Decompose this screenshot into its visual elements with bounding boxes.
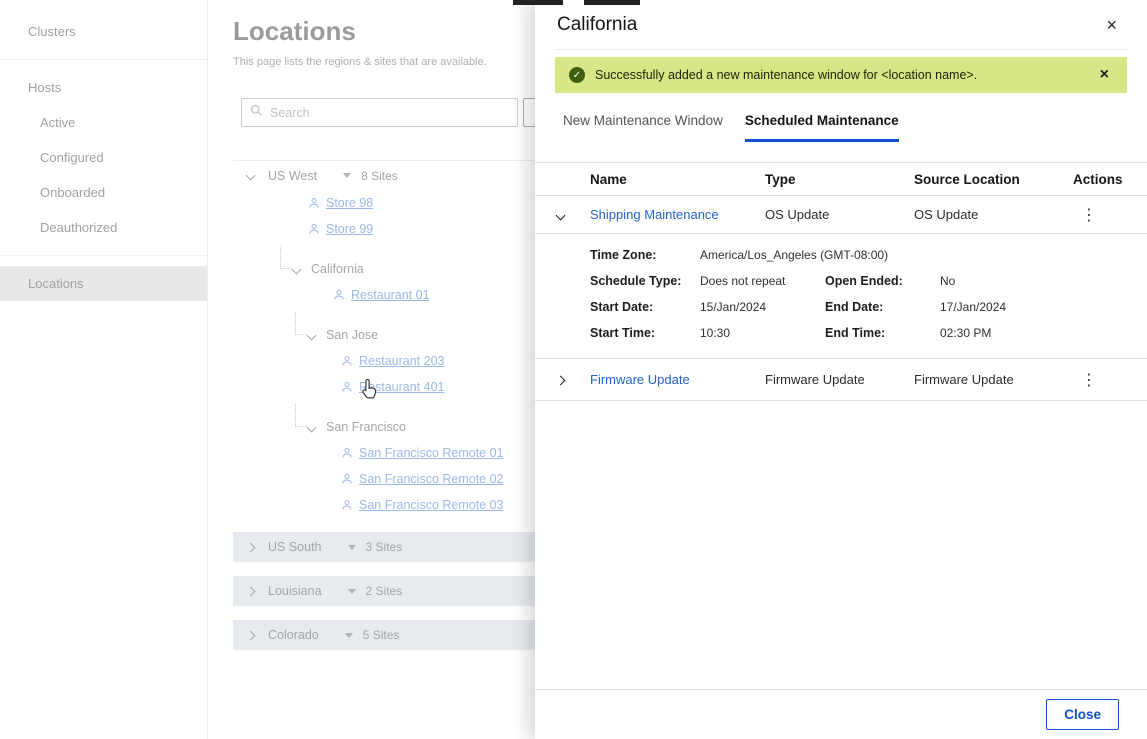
- start-date-label: Start Date:: [590, 300, 700, 314]
- schedule-type-label: Schedule Type:: [590, 274, 700, 288]
- column-header-name: Name: [590, 172, 765, 187]
- close-icon[interactable]: ×: [1098, 14, 1125, 36]
- column-header-actions: Actions: [1073, 172, 1123, 187]
- end-time-label: End Time:: [825, 326, 940, 340]
- banner-message: Successfully added a new maintenance win…: [595, 68, 1086, 82]
- tab-scheduled-maintenance[interactable]: Scheduled Maintenance: [745, 113, 899, 142]
- time-zone-value: America/Los_Angeles (GMT-08:00): [700, 248, 1119, 262]
- schedule-type-value: Does not repeat: [700, 274, 825, 288]
- mouse-cursor: [360, 378, 380, 405]
- column-header-type: Type: [765, 172, 914, 187]
- maintenance-table: Name Type Source Location Actions Shippi…: [535, 162, 1147, 401]
- kebab-menu-icon[interactable]: ⋮: [1073, 205, 1119, 224]
- close-button[interactable]: Close: [1046, 699, 1119, 730]
- maintenance-source-location: OS Update: [914, 207, 1073, 222]
- maintenance-drawer: California × ✓ Successfully added a new …: [535, 0, 1147, 739]
- check-icon: ✓: [569, 67, 585, 83]
- maintenance-type: Firmware Update: [765, 372, 914, 387]
- success-banner: ✓ Successfully added a new maintenance w…: [555, 57, 1127, 93]
- end-date-label: End Date:: [825, 300, 940, 314]
- column-header-source-location: Source Location: [914, 172, 1073, 187]
- time-zone-label: Time Zone:: [590, 248, 700, 262]
- maintenance-details: Time Zone: America/Los_Angeles (GMT-08:0…: [535, 234, 1147, 359]
- chevron-down-icon[interactable]: [557, 207, 590, 222]
- table-header-row: Name Type Source Location Actions: [535, 162, 1147, 196]
- drawer-footer: Close: [535, 689, 1147, 739]
- top-strip: [584, 0, 640, 5]
- open-ended-label: Open Ended:: [825, 274, 940, 288]
- start-date-value: 15/Jan/2024: [700, 300, 825, 314]
- start-time-label: Start Time:: [590, 326, 700, 340]
- end-date-value: 17/Jan/2024: [940, 300, 1119, 314]
- maintenance-name-link[interactable]: Shipping Maintenance: [590, 207, 765, 222]
- maintenance-type: OS Update: [765, 207, 914, 222]
- top-strip: [513, 0, 563, 5]
- maintenance-source-location: Firmware Update: [914, 372, 1073, 387]
- table-row[interactable]: Shipping Maintenance OS Update OS Update…: [535, 196, 1147, 234]
- modal-scrim: [0, 0, 535, 739]
- end-time-value: 02:30 PM: [940, 326, 1119, 340]
- drawer-tabs: New Maintenance Window Scheduled Mainten…: [563, 113, 1119, 142]
- open-ended-value: No: [940, 274, 1119, 288]
- drawer-header: California ×: [555, 0, 1127, 50]
- start-time-value: 10:30: [700, 326, 825, 340]
- banner-close-icon[interactable]: ×: [1096, 67, 1113, 83]
- maintenance-name-link[interactable]: Firmware Update: [590, 372, 765, 387]
- tab-new-maintenance-window[interactable]: New Maintenance Window: [563, 113, 723, 142]
- kebab-menu-icon[interactable]: ⋮: [1073, 370, 1119, 389]
- drawer-title: California: [557, 14, 637, 36]
- chevron-right-icon[interactable]: [557, 372, 590, 387]
- table-row[interactable]: Firmware Update Firmware Update Firmware…: [535, 359, 1147, 401]
